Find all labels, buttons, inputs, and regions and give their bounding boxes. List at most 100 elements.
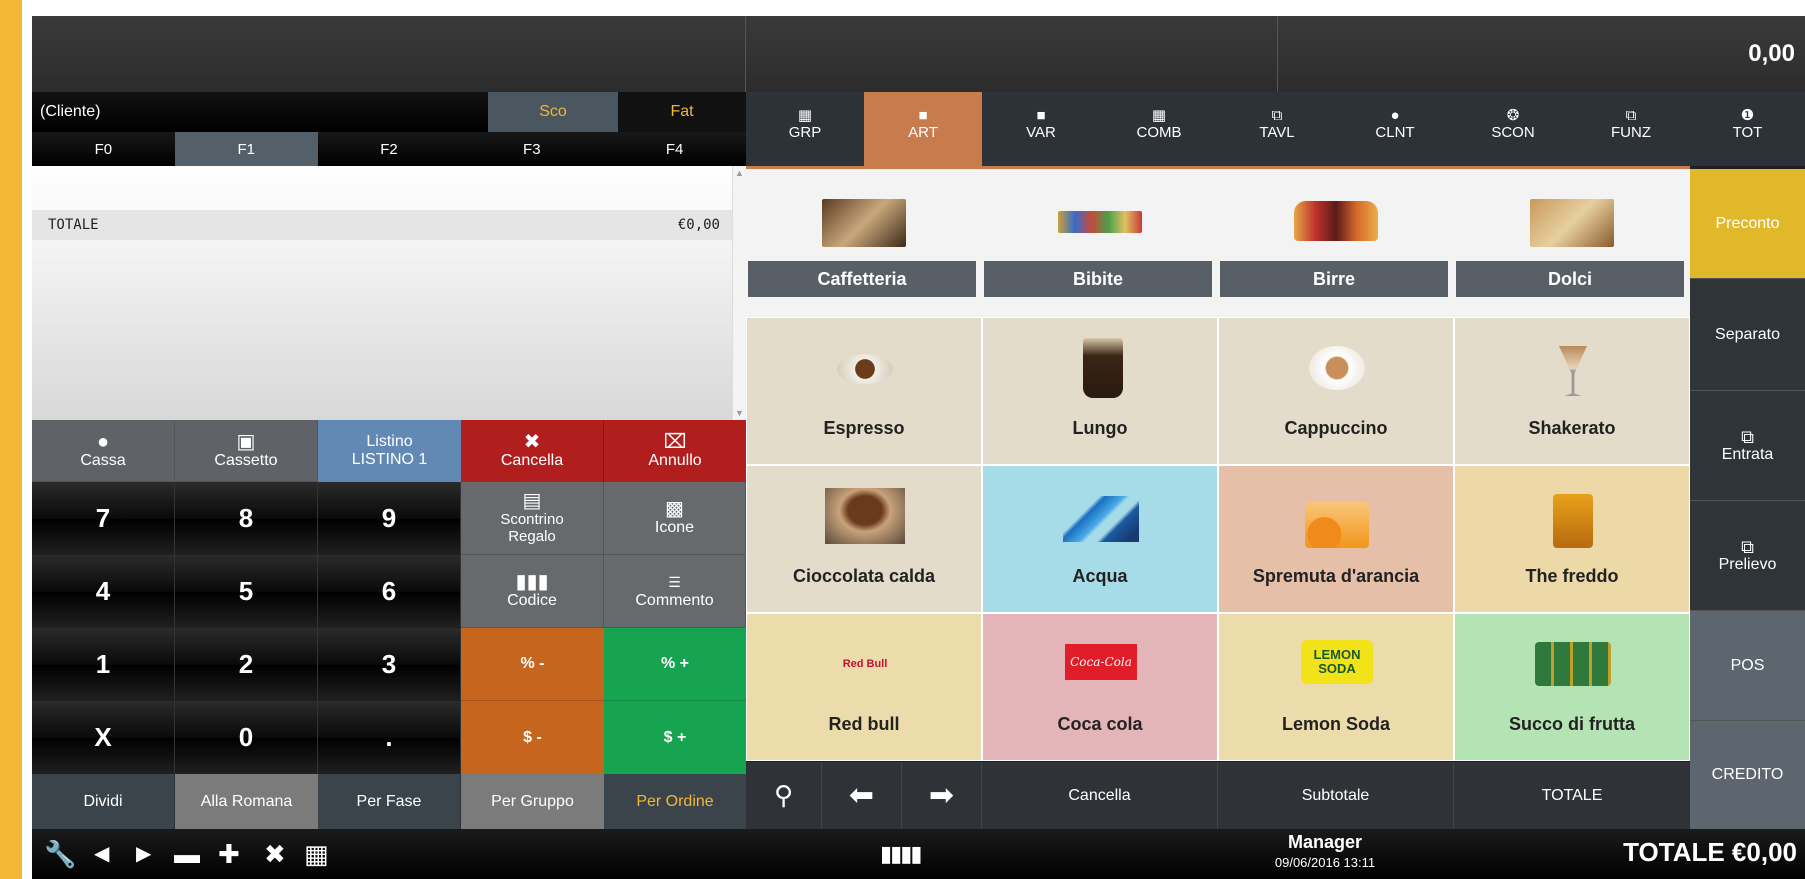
enter-icon: ⧉	[1741, 426, 1754, 447]
search-button[interactable]: ⚲	[746, 762, 822, 829]
scroll-up-icon[interactable]: ▲	[735, 168, 744, 178]
product-label: Cappuccino	[1284, 418, 1388, 438]
separato-label: Separato	[1715, 325, 1780, 343]
plus-icon[interactable]: ✚	[218, 839, 240, 869]
tab-f3[interactable]: F3	[460, 132, 604, 166]
product-coca-cola[interactable]: Coca-Cola Coca cola	[982, 613, 1218, 761]
pos-button[interactable]: POS	[1690, 611, 1805, 721]
next-button[interactable]: ➡	[902, 762, 982, 829]
entrata-button[interactable]: ⧉ Entrata	[1690, 391, 1805, 501]
tab-clnt[interactable]: ● CLNT	[1336, 92, 1454, 166]
tab-f2[interactable]: F2	[317, 132, 461, 166]
calculator-icon[interactable]: ▦	[304, 839, 329, 869]
key-0[interactable]: 0	[175, 701, 318, 774]
prelievo-button[interactable]: ⧉ Prelievo	[1690, 501, 1805, 611]
product-lemon-soda[interactable]: LEMON SODA Lemon Soda	[1218, 613, 1454, 761]
product-cappuccino[interactable]: Cappuccino	[1218, 317, 1454, 465]
per-fase-label: Per Fase	[356, 792, 422, 810]
group-caffetteria[interactable]: Caffetteria	[746, 169, 982, 317]
totale-button[interactable]: TOTALE	[1454, 762, 1690, 829]
barcode-icon[interactable]: ▮▮▮▮	[880, 839, 922, 869]
dollar-minus-button[interactable]: $ -	[461, 701, 604, 774]
key-9[interactable]: 9	[318, 482, 461, 555]
product-acqua[interactable]: Acqua	[982, 465, 1218, 613]
annullo-button[interactable]: ⌧ Annullo	[604, 420, 746, 482]
group-dolci[interactable]: Dolci	[1454, 169, 1690, 317]
product-succo-di-frutta[interactable]: Succo di frutta	[1454, 613, 1690, 761]
product-the-freddo[interactable]: The freddo	[1454, 465, 1690, 613]
percent-minus-button[interactable]: % -	[461, 628, 604, 701]
percent-plus-button[interactable]: % +	[604, 628, 746, 701]
dividi-button[interactable]: Dividi	[32, 774, 175, 829]
product-cioccolata-calda[interactable]: Cioccolata calda	[746, 465, 982, 613]
listino-button[interactable]: Listino LISTINO 1	[318, 420, 461, 482]
subtotale-button[interactable]: Subtotale	[1218, 762, 1454, 829]
key-3[interactable]: 3	[318, 628, 461, 701]
commento-button[interactable]: ☰ Commento	[604, 555, 746, 628]
tab-f1[interactable]: F1	[174, 132, 318, 166]
product-lungo[interactable]: Lungo	[982, 317, 1218, 465]
key-x[interactable]: X	[32, 701, 175, 774]
wrench-icon[interactable]: 🔧	[44, 839, 76, 869]
cassa-button[interactable]: ● Cassa	[32, 420, 175, 482]
credito-button[interactable]: CREDITO	[1690, 721, 1805, 829]
display-left	[32, 16, 746, 92]
per-gruppo-button[interactable]: Per Gruppo	[461, 774, 604, 829]
comment-icon: ☰	[668, 574, 681, 590]
dollar-plus-button[interactable]: $ +	[604, 701, 746, 774]
product-spremuta[interactable]: Spremuta d'arancia	[1218, 465, 1454, 613]
key-1[interactable]: 1	[32, 628, 175, 701]
tab-tavl[interactable]: ⧉ TAVL	[1218, 92, 1336, 166]
dollar-circle-icon: ❶	[1740, 107, 1755, 124]
key-4[interactable]: 4	[32, 555, 175, 628]
cross-icon: ✖	[523, 431, 541, 453]
icone-button[interactable]: ▩ Icone	[604, 482, 746, 555]
group-bibite[interactable]: Bibite	[982, 169, 1218, 317]
product-red-bull[interactable]: Red Bull Red bull	[746, 613, 982, 761]
separato-button[interactable]: Separato	[1690, 279, 1805, 391]
cancella-button[interactable]: ✖ Cancella	[461, 420, 604, 482]
codice-button[interactable]: ▮▮▮ Codice	[461, 555, 604, 628]
key-2[interactable]: 2	[175, 628, 318, 701]
tab-grp[interactable]: ▦ GRP	[746, 92, 864, 166]
key-5[interactable]: 5	[175, 555, 318, 628]
key-7[interactable]: 7	[32, 482, 175, 555]
key-5-label: 5	[238, 576, 254, 606]
sco-button[interactable]: Sco	[488, 92, 618, 132]
fat-button[interactable]: Fat	[618, 92, 746, 132]
per-fase-button[interactable]: Per Fase	[318, 774, 461, 829]
tab-f4[interactable]: F4	[603, 132, 746, 166]
tab-var[interactable]: ■ VAR	[982, 92, 1100, 166]
prev-button[interactable]: ⬅	[822, 762, 902, 829]
key-8[interactable]: 8	[175, 482, 318, 555]
scontrino-regalo-button[interactable]: ▤ Scontrino Regalo	[461, 482, 604, 555]
arrow-right-icon[interactable]: ▶	[136, 839, 151, 869]
key-dot[interactable]: .	[318, 701, 461, 774]
tab-art[interactable]: ■ ART	[864, 92, 982, 166]
client-field[interactable]: (Cliente)	[32, 92, 488, 132]
tab-funz[interactable]: ⧉ FUNZ	[1572, 92, 1690, 166]
per-ordine-button[interactable]: Per Ordine	[604, 774, 746, 829]
cassetto-button[interactable]: ▣ Cassetto	[175, 420, 318, 482]
tab-tot[interactable]: ❶ TOT	[1690, 92, 1805, 166]
product-espresso[interactable]: Espresso	[746, 317, 982, 465]
group-birre[interactable]: Birre	[1218, 169, 1454, 317]
tab-tavl-label: TAVL	[1259, 124, 1295, 141]
alla-romana-button[interactable]: Alla Romana	[175, 774, 318, 829]
preconto-button[interactable]: Preconto	[1690, 169, 1805, 279]
listino-label-2: LISTINO 1	[351, 451, 428, 468]
pos-label: POS	[1730, 656, 1765, 674]
arrow-left-icon[interactable]: ◀	[94, 839, 109, 869]
minus-icon[interactable]: ▬	[174, 839, 200, 869]
tab-scon[interactable]: ❂ SCON	[1454, 92, 1572, 166]
nav-cancella-button[interactable]: Cancella	[982, 762, 1218, 829]
receipt-scrollbar[interactable]: ▲ ▼	[732, 166, 746, 420]
receipt-area[interactable]: TOTALE €0,00 ▲ ▼	[32, 166, 746, 420]
key-6[interactable]: 6	[318, 555, 461, 628]
totale-label: TOTALE	[1541, 786, 1603, 804]
product-shakerato[interactable]: Shakerato	[1454, 317, 1690, 465]
close-icon[interactable]: ✖	[264, 839, 286, 869]
scroll-down-icon[interactable]: ▼	[735, 408, 744, 418]
tab-comb[interactable]: ▦ COMB	[1100, 92, 1218, 166]
tab-f0[interactable]: F0	[32, 132, 175, 166]
